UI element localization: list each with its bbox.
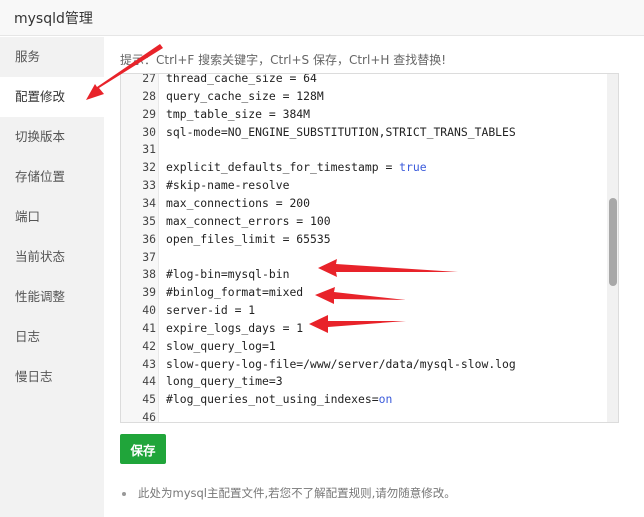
- line-number: 38: [142, 267, 156, 282]
- config-note: 此处为mysql主配置文件,若您不了解配置规则,请勿随意修改。: [122, 485, 456, 501]
- line-code[interactable]: query_cache_size = 128M: [166, 87, 324, 105]
- code-line[interactable]: 29 tmp_table_size = 384M: [121, 105, 607, 123]
- editor-scrollbar[interactable]: [607, 74, 618, 422]
- code-line[interactable]: 34 max_connections = 200: [121, 194, 607, 212]
- sidebar-item-service[interactable]: 服务: [0, 37, 104, 77]
- line-code[interactable]: max_connect_errors = 100: [166, 212, 331, 230]
- line-code-text: slow-query-log-file=/www/server/data/mys…: [166, 356, 516, 371]
- sidebar: 服务 配置修改 切换版本 存储位置 端口 当前状态 性能调整 日志 慢日志: [0, 37, 104, 517]
- line-number: 27: [142, 73, 156, 85]
- editor-scrollbar-thumb[interactable]: [609, 198, 617, 286]
- code-line[interactable]: 28 query_cache_size = 128M: [121, 87, 607, 105]
- code-line[interactable]: 37: [121, 248, 607, 266]
- line-number: 43: [142, 356, 156, 371]
- line-code[interactable]: explicit_defaults_for_timestamp = true: [166, 158, 427, 176]
- line-number: 40: [142, 303, 156, 318]
- save-button[interactable]: 保存: [120, 434, 166, 464]
- sidebar-item-log[interactable]: 日志: [0, 317, 104, 357]
- bullet-icon: [122, 491, 126, 496]
- line-code[interactable]: slow-query-log-file=/www/server/data/mys…: [166, 355, 516, 373]
- editor-hint: 提示：Ctrl+F 搜索关键字，Ctrl+S 保存，Ctrl+H 查找替换!: [120, 53, 447, 67]
- line-code[interactable]: long_query_time=3: [166, 372, 283, 390]
- window-titlebar: mysqld管理: [0, 0, 644, 36]
- sidebar-item-current-status[interactable]: 当前状态: [0, 237, 104, 277]
- line-code-text: slow_query_log=1: [166, 338, 276, 353]
- line-number: 35: [142, 213, 156, 228]
- line-code-text: long_query_time=3: [166, 374, 283, 389]
- line-code[interactable]: sql-mode=NO_ENGINE_SUBSTITUTION,STRICT_T…: [166, 123, 516, 141]
- code-line[interactable]: 33 #skip-name-resolve: [121, 176, 607, 194]
- line-number: 33: [142, 178, 156, 193]
- line-number: 45: [142, 392, 156, 407]
- line-code[interactable]: slow_query_log=1: [166, 337, 276, 355]
- line-number: 39: [142, 285, 156, 300]
- line-code[interactable]: #skip-name-resolve: [166, 176, 289, 194]
- line-code[interactable]: open_files_limit = 65535: [166, 230, 331, 248]
- line-code[interactable]: server-id = 1: [166, 301, 255, 319]
- line-code-text: #log_queries_not_using_indexes=: [166, 392, 379, 407]
- config-note-text: 此处为mysql主配置文件,若您不了解配置规则,请勿随意修改。: [138, 486, 456, 500]
- code-line[interactable]: 36 open_files_limit = 65535: [121, 230, 607, 248]
- line-code-text: tmp_table_size = 384M: [166, 106, 311, 121]
- line-code-text: thread_cache_size = 64: [166, 73, 317, 85]
- config-editor[interactable]: 27 thread_cache_size = 64 28 query_cache_si…: [120, 73, 619, 423]
- code-line[interactable]: 41 expire_logs_days = 1: [121, 319, 607, 337]
- code-line[interactable]: 35 max_connect_errors = 100: [121, 212, 607, 230]
- line-code-text: query_cache_size = 128M: [166, 88, 324, 103]
- code-line[interactable]: 30 sql-mode=NO_ENGINE_SUBSTITUTION,STRICT…: [121, 123, 607, 141]
- code-line[interactable]: 40 server-id = 1: [121, 301, 607, 319]
- line-number: 44: [142, 374, 156, 389]
- sidebar-item-storage-location[interactable]: 存储位置: [0, 157, 104, 197]
- line-code-text: expire_logs_days = 1: [166, 320, 304, 335]
- code-line[interactable]: 27 thread_cache_size = 64: [121, 73, 607, 87]
- line-code-text: max_connections = 200: [166, 195, 311, 210]
- line-code[interactable]: max_connections = 200: [166, 194, 310, 212]
- line-code[interactable]: tmp_table_size = 384M: [166, 105, 310, 123]
- line-number: 37: [142, 249, 156, 264]
- line-number: 46: [142, 410, 156, 423]
- line-code-keyword: true: [399, 160, 427, 175]
- line-number: 42: [142, 338, 156, 353]
- code-lines[interactable]: 27 thread_cache_size = 64 28 query_cache_si…: [121, 74, 607, 422]
- line-number: 31: [142, 142, 156, 157]
- line-number: 28: [142, 88, 156, 103]
- sidebar-item-port[interactable]: 端口: [0, 197, 104, 237]
- code-line[interactable]: 38 #log-bin=mysql-bin: [121, 265, 607, 283]
- line-code[interactable]: #log-bin=mysql-bin: [166, 265, 289, 283]
- sidebar-item-performance-tuning[interactable]: 性能调整: [0, 277, 104, 317]
- code-line[interactable]: 39 #binlog_format=mixed: [121, 283, 607, 301]
- line-code-text: open_files_limit = 65535: [166, 231, 331, 246]
- line-code-text: #skip-name-resolve: [166, 178, 290, 193]
- line-code-keyword: on: [378, 392, 393, 407]
- code-line[interactable]: 42 slow_query_log=1: [121, 337, 607, 355]
- sidebar-item-slow-log[interactable]: 慢日志: [0, 357, 104, 397]
- line-code-text: explicit_defaults_for_timestamp =: [166, 160, 400, 175]
- line-number: 29: [142, 106, 156, 121]
- line-code-text: #binlog_format=mixed: [166, 285, 304, 300]
- code-line[interactable]: 31: [121, 140, 607, 158]
- line-number: 41: [142, 320, 156, 335]
- line-code-text: max_connect_errors = 100: [166, 213, 331, 228]
- line-code-text: #log-bin=mysql-bin: [166, 267, 290, 282]
- line-number: 32: [142, 160, 156, 175]
- line-code-text: server-id = 1: [166, 303, 256, 318]
- code-line[interactable]: 32 explicit_defaults_for_timestamp = true: [121, 158, 607, 176]
- code-line[interactable]: 44 long_query_time=3: [121, 372, 607, 390]
- code-line[interactable]: 45 #log_queries_not_using_indexes=on: [121, 390, 607, 408]
- line-code-text: sql-mode=NO_ENGINE_SUBSTITUTION,STRICT_T…: [166, 124, 516, 139]
- line-number: 30: [142, 124, 156, 139]
- line-code[interactable]: #log_queries_not_using_indexes=on: [166, 390, 392, 408]
- window-title: mysqld管理: [14, 11, 93, 27]
- line-code[interactable]: #binlog_format=mixed: [166, 283, 303, 301]
- line-number: 34: [142, 195, 156, 210]
- line-code[interactable]: thread_cache_size = 64: [166, 73, 317, 87]
- sidebar-item-switch-version[interactable]: 切换版本: [0, 117, 104, 157]
- line-code[interactable]: expire_logs_days = 1: [166, 319, 303, 337]
- code-line[interactable]: 43 slow-query-log-file=/www/server/data/m…: [121, 355, 607, 373]
- code-line[interactable]: 46: [121, 408, 607, 423]
- line-number: 36: [142, 231, 156, 246]
- sidebar-item-config-edit[interactable]: 配置修改: [0, 77, 104, 117]
